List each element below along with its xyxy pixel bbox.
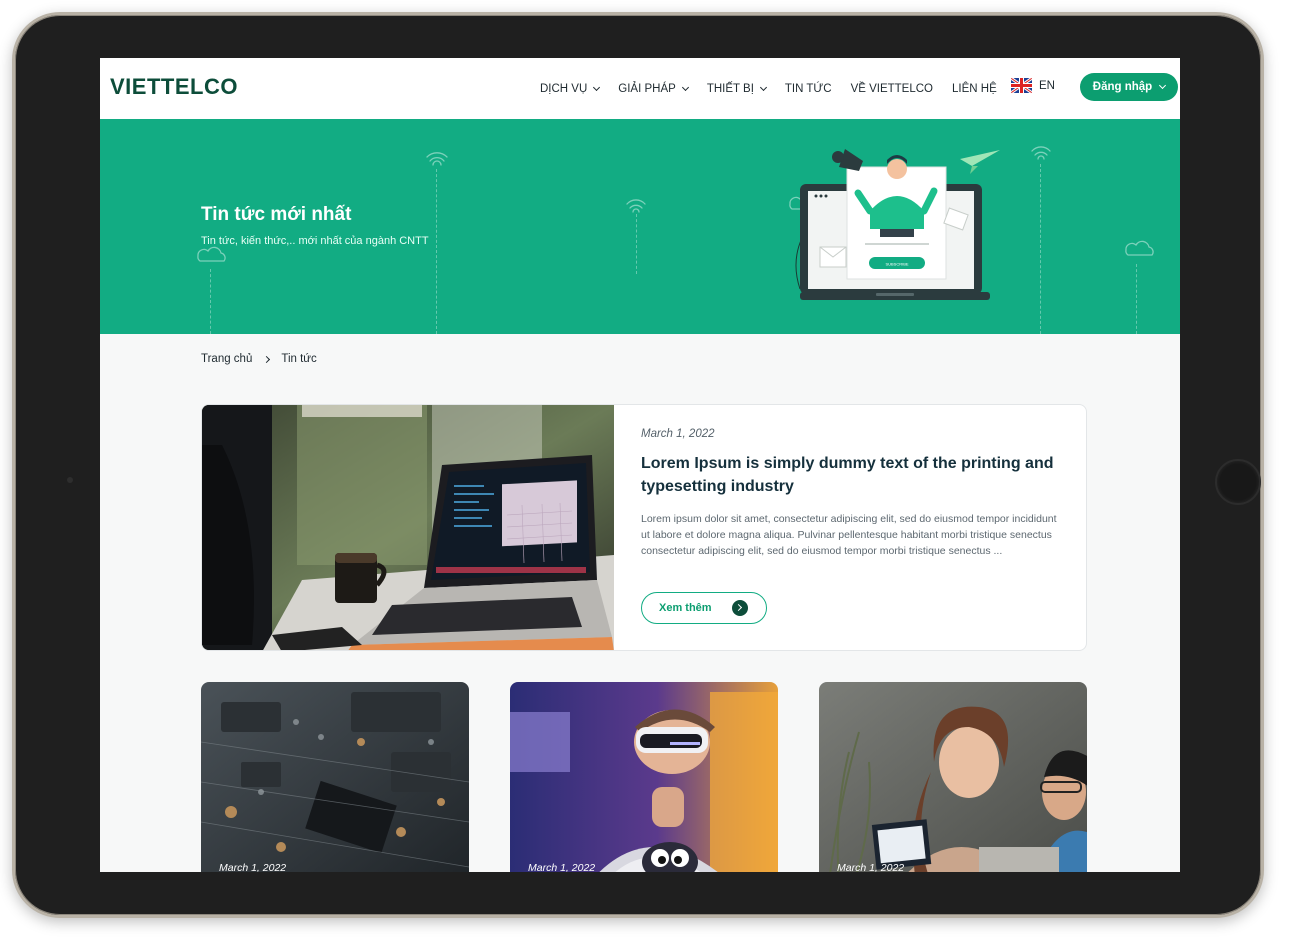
read-more-button[interactable]: Xem thêm (641, 592, 767, 624)
arrow-right-icon (732, 600, 748, 616)
screen: VIETTELCO DỊCH VỤ GIẢI PHÁP THIẾT BỊ TIN… (100, 58, 1180, 872)
chevron-down-icon (759, 83, 767, 91)
laptop-photo (202, 405, 614, 650)
nav-item-thiet-bi[interactable]: THIẾT BỊ (706, 82, 767, 95)
login-button[interactable]: Đăng nhập (1080, 73, 1178, 101)
nav-label: THIẾT BỊ (706, 82, 754, 95)
vr-headset-photo (510, 682, 778, 872)
breadcrumb-home[interactable]: Trang chủ (201, 353, 252, 365)
language-switcher[interactable]: EN (1011, 78, 1055, 93)
chevron-down-icon (593, 83, 601, 91)
hero-title: Tin tức mới nhất (201, 204, 352, 225)
nav-item-giai-phap[interactable]: GIẢI PHÁP (618, 82, 689, 95)
hero-banner: SUBSCRIBE Tin tức mới nhất Tin tức, kiến… (100, 119, 1180, 334)
wifi-icon (1031, 146, 1051, 160)
featured-excerpt: Lorem ipsum dolor sit amet, consectetur … (641, 513, 1057, 557)
breadcrumb-current: Tin tức (281, 353, 317, 365)
subscribe-label: SUBSCRIBE (885, 262, 908, 267)
nav-label: VỀ VIETTELCO (850, 82, 933, 95)
circuit-board-photo (201, 682, 469, 872)
newsletter-illustration: SUBSCRIBE (795, 149, 1000, 300)
nav-item-ve-viettelco[interactable]: VỀ VIETTELCO (851, 83, 933, 95)
card-date: March 1, 2022 (219, 862, 287, 872)
hero-subtitle: Tin tức, kiến thức,.. mới nhất của ngành… (201, 235, 429, 247)
card-date: March 1, 2022 (528, 862, 596, 872)
wifi-icon (426, 152, 448, 166)
home-button[interactable] (1215, 459, 1261, 505)
cloud-icon (197, 246, 226, 262)
hero-decor: SUBSCRIBE (197, 146, 1154, 300)
breadcrumb: Trang chủ Tin tức (201, 353, 317, 365)
main-nav: DỊCH VỤ GIẢI PHÁP THIẾT BỊ TIN TỨC VỀ VI… (540, 58, 1016, 119)
article-card[interactable]: March 1, 2022 (201, 682, 469, 872)
nav-item-tin-tuc[interactable]: TIN TỨC (785, 83, 832, 95)
featured-image[interactable] (202, 405, 614, 650)
camera-dot (67, 477, 73, 483)
chevron-down-icon (1159, 81, 1167, 90)
read-more-label: Xem thêm (659, 602, 712, 614)
wifi-icon (626, 199, 646, 213)
article-card[interactable]: March 1, 2022 (819, 682, 1087, 872)
login-label: Đăng nhập (1092, 81, 1153, 93)
featured-title[interactable]: Lorem Ipsum is simply dummy text of the … (641, 452, 1061, 498)
cloud-icon (1125, 240, 1154, 256)
nav-item-lien-he[interactable]: LIÊN HỆ (952, 83, 997, 95)
chevron-right-icon (263, 355, 271, 363)
nav-label: GIẢI PHÁP (618, 82, 676, 95)
nav-label: DỊCH VỤ (540, 82, 588, 95)
site-header: VIETTELCO DỊCH VỤ GIẢI PHÁP THIẾT BỊ TIN… (100, 58, 1180, 119)
chevron-down-icon (681, 83, 689, 91)
nav-label: TIN TỨC (784, 82, 832, 95)
nav-item-dich-vu[interactable]: DỊCH VỤ (540, 82, 601, 95)
featured-article[interactable]: March 1, 2022 Lorem Ipsum is simply dumm… (201, 404, 1087, 651)
people-with-laptop-photo (819, 682, 1087, 872)
uk-flag-icon (1011, 78, 1032, 93)
featured-date: March 1, 2022 (641, 428, 715, 440)
nav-label: LIÊN HỆ (952, 82, 997, 95)
card-date: March 1, 2022 (837, 862, 905, 872)
language-label: EN (1039, 79, 1055, 92)
article-card[interactable]: March 1, 2022 (510, 682, 778, 872)
site-logo[interactable]: VIETTELCO (110, 74, 238, 100)
